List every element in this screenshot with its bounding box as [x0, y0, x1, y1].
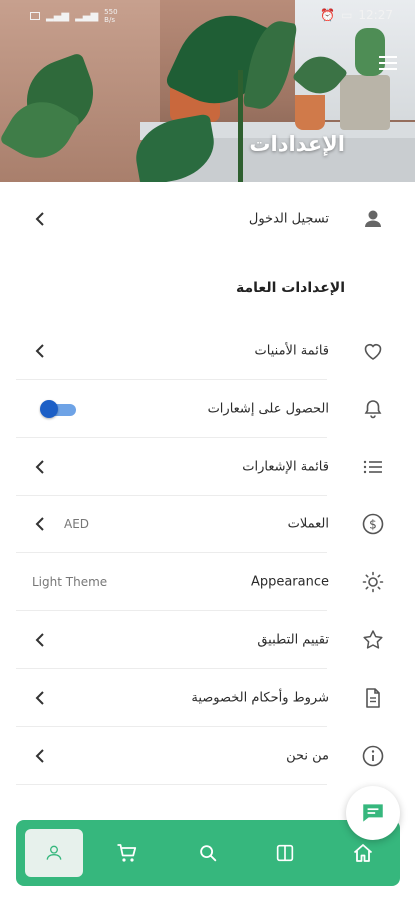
login-label: تسجيل الدخول [248, 211, 329, 227]
cart-icon [117, 844, 137, 862]
chevron-left-icon[interactable] [30, 746, 50, 766]
chevron-left-icon[interactable] [30, 514, 50, 534]
notifications-label: الحصول على إشعارات [207, 401, 329, 417]
terms-label: شروط وأحكام الخصوصية [191, 690, 329, 706]
page-title: الإعدادات [249, 132, 345, 156]
signal-icon: ▂▄▆ [46, 10, 70, 22]
wishlist-row[interactable]: قائمة الأمنيات [0, 322, 415, 380]
status-bar: ▂▄▆ ▂▄▆ 550 B/s ⏰ ▭ 12:27 [0, 0, 415, 26]
currency-row[interactable]: AED العملات $ [0, 495, 415, 553]
status-time: 12:27 [358, 8, 393, 22]
chevron-left-icon[interactable] [30, 341, 50, 361]
chevron-left-icon[interactable] [30, 457, 50, 477]
document-icon [366, 688, 380, 708]
rate-app-row[interactable]: تقييم التطبيق [0, 611, 415, 669]
currency-label: العملات [287, 516, 329, 532]
appearance-row[interactable]: Light Theme Appearance [0, 553, 415, 611]
notification-list-label: قائمة الإشعارات [242, 459, 329, 475]
bell-icon [364, 400, 382, 419]
nav-search[interactable] [179, 829, 237, 877]
about-row[interactable]: من نحن [0, 727, 415, 785]
chevron-left-icon[interactable] [30, 688, 50, 708]
header-banner: ▂▄▆ ▂▄▆ 550 B/s ⏰ ▭ 12:27 الإعدادات [0, 0, 415, 182]
login-row[interactable]: تسجيل الدخول [0, 190, 415, 248]
signal-icon-2: ▂▄▆ [75, 10, 99, 22]
nav-catalog[interactable] [256, 829, 314, 877]
svg-text:$: $ [369, 518, 377, 532]
notifications-toggle[interactable] [40, 400, 76, 418]
chat-icon [363, 804, 383, 822]
alarm-icon: ⏰ [320, 8, 336, 22]
nav-profile[interactable] [25, 829, 83, 877]
book-icon [276, 844, 294, 862]
sun-icon [362, 571, 384, 593]
home-icon [353, 844, 373, 862]
notifications-toggle-row: الحصول على إشعارات [0, 380, 415, 438]
profile-icon [46, 845, 62, 860]
battery-icon: ▭ [341, 8, 353, 22]
about-label: من نحن [286, 748, 329, 764]
wishlist-label: قائمة الأمنيات [254, 343, 329, 359]
network-speed: 550 B/s [104, 8, 118, 24]
dollar-circle-icon: $ [362, 513, 384, 535]
notification-icon [30, 12, 40, 20]
terms-row[interactable]: شروط وأحكام الخصوصية [0, 669, 415, 727]
chevron-left-icon[interactable] [30, 209, 50, 229]
heart-icon [364, 344, 382, 360]
info-icon [362, 745, 384, 767]
user-icon [365, 210, 381, 227]
menu-icon[interactable] [379, 56, 397, 70]
nav-cart[interactable] [98, 829, 156, 877]
appearance-label: Appearance [250, 574, 329, 590]
bottom-navigation [16, 820, 400, 886]
section-title-general: الإعدادات العامة [236, 280, 345, 296]
chat-button[interactable] [346, 786, 400, 840]
notification-list-row[interactable]: قائمة الإشعارات [0, 438, 415, 496]
list-icon [363, 460, 382, 474]
search-icon [200, 845, 217, 862]
rate-app-label: تقييم التطبيق [257, 632, 329, 648]
chevron-left-icon[interactable] [30, 630, 50, 650]
appearance-value: Light Theme [32, 575, 108, 589]
currency-value: AED [64, 517, 90, 531]
star-icon [363, 630, 383, 649]
